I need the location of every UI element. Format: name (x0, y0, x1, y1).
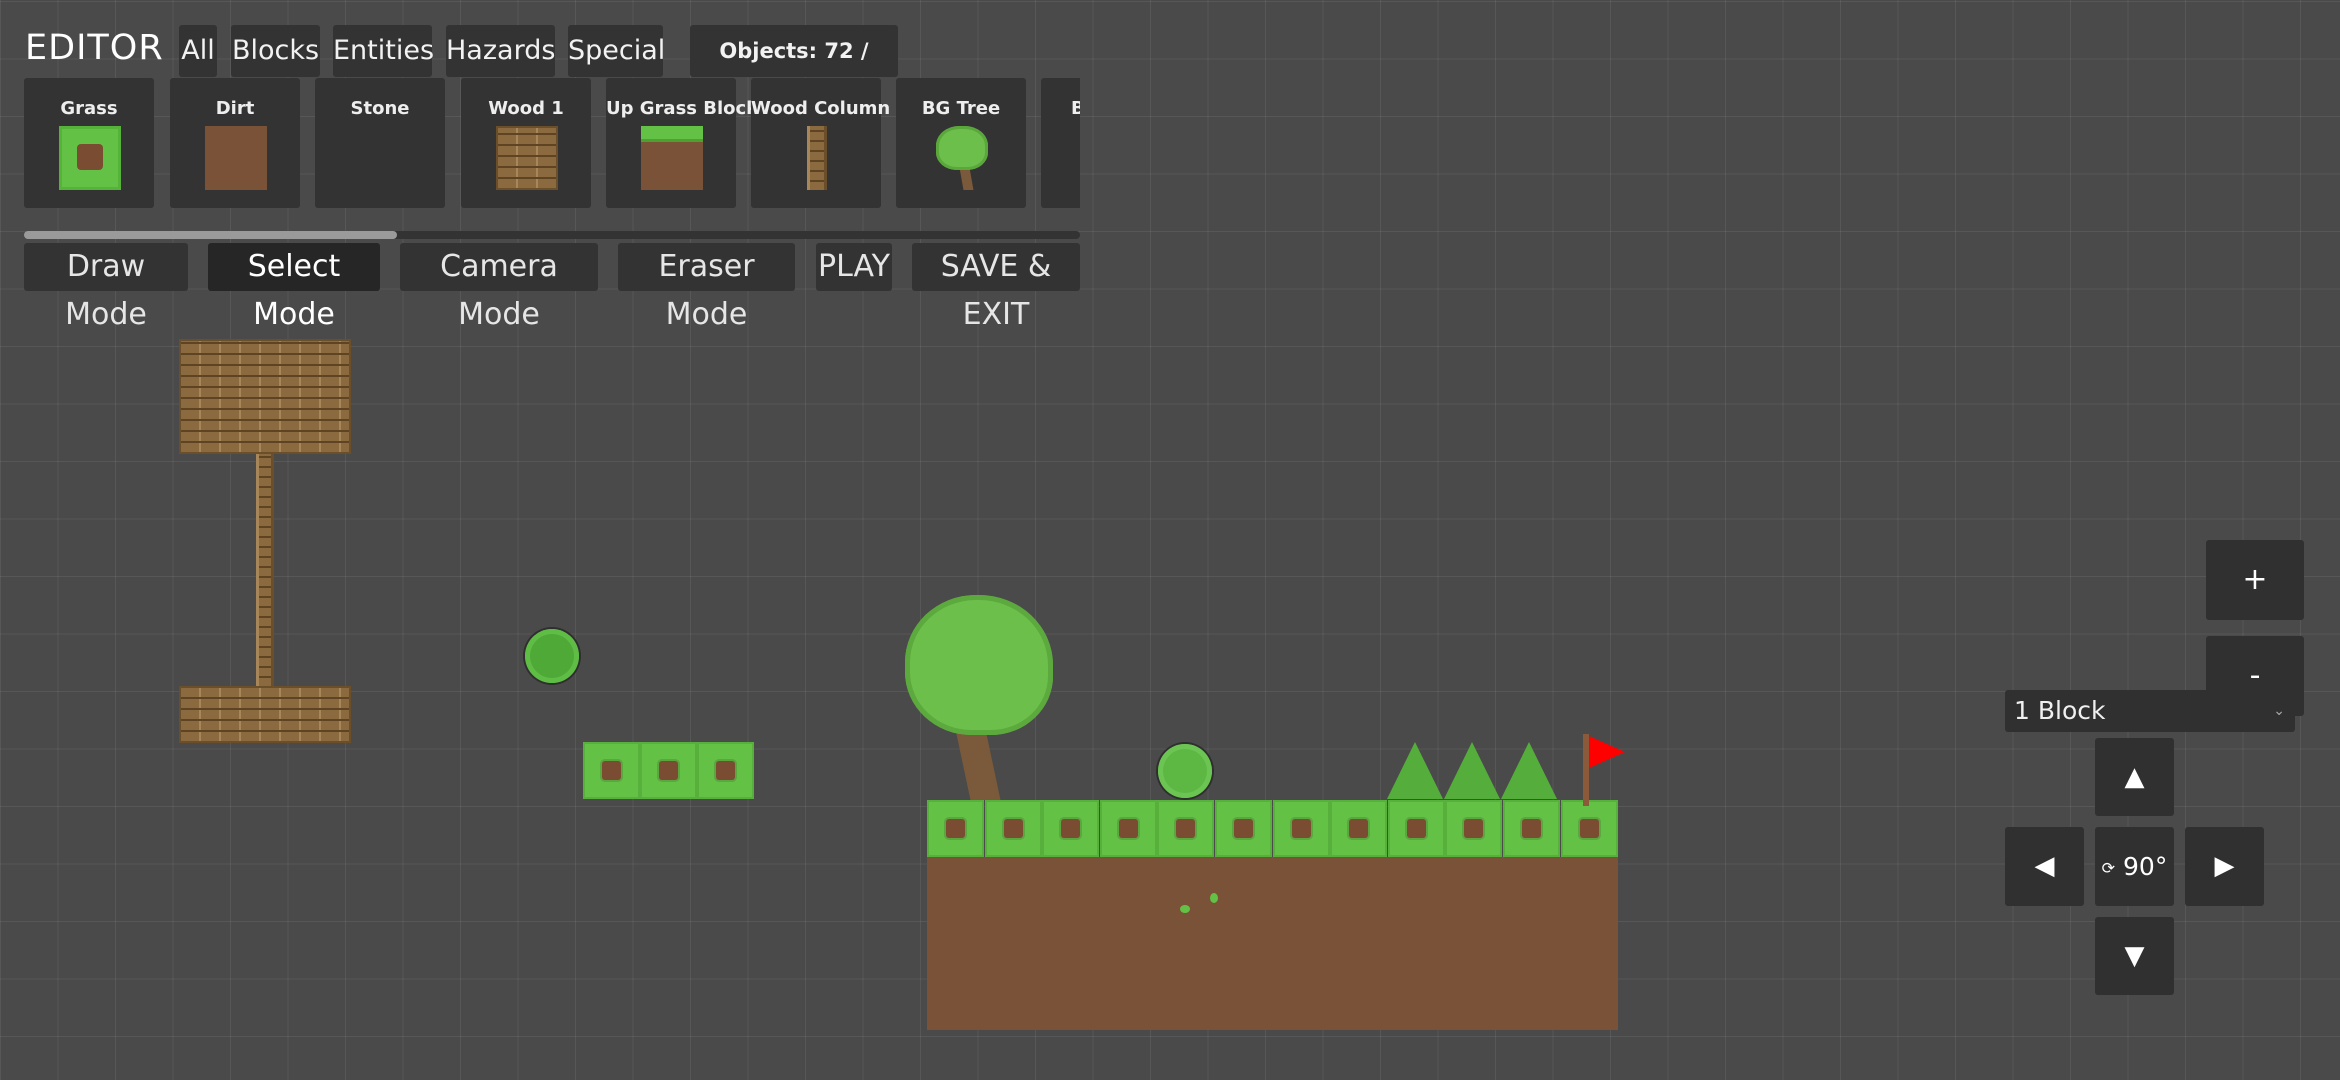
palette-tile-stone[interactable]: Stone (315, 78, 445, 208)
stone-block-icon (350, 126, 412, 190)
ground-grass-block[interactable] (927, 800, 984, 857)
wood-column[interactable] (256, 454, 274, 686)
palette-tile-label: BG Tree (921, 98, 1001, 119)
palette-tile-wood-column[interactable]: Wood Column (751, 78, 891, 208)
eraser-mode-button[interactable]: Eraser Mode (618, 243, 795, 332)
save-exit-button[interactable]: SAVE & EXIT (912, 243, 1080, 332)
rotate-button[interactable]: ⟳ 90° (2095, 827, 2174, 906)
spike-hazard[interactable] (1387, 742, 1443, 799)
category-blocks-button[interactable]: Blocks (231, 25, 320, 77)
move-up-button[interactable]: ▲ (2095, 738, 2174, 816)
spike-hazard[interactable] (1444, 742, 1500, 799)
move-right-button[interactable]: ▶ (2185, 827, 2264, 906)
spike-hazard[interactable] (1501, 742, 1557, 799)
palette-tile-label: Up Grass Block (606, 98, 759, 119)
player-ball-entity[interactable] (1158, 744, 1212, 798)
ground-grass-block[interactable] (1503, 800, 1560, 857)
step-size-value: 1 Block (2014, 696, 2106, 725)
ground-grass-block[interactable] (984, 800, 1042, 857)
ground-grass-block[interactable] (1157, 800, 1215, 857)
editor-title: EDITOR (25, 28, 164, 68)
palette-tile-label: Stone (350, 98, 410, 119)
palette-scrollbar-thumb[interactable] (24, 231, 397, 239)
category-all-button[interactable]: All (179, 25, 217, 77)
ground-grass-block[interactable] (1330, 800, 1388, 857)
palette-tile-bg-tree[interactable]: BG Tree (896, 78, 1026, 208)
wood-column-icon (807, 126, 827, 190)
zoom-in-button[interactable]: + (2206, 540, 2304, 620)
camera-mode-button[interactable]: Camera Mode (400, 243, 598, 332)
select-mode-button[interactable]: Select Mode (208, 243, 380, 332)
palette-tile-dirt[interactable]: Dirt (170, 78, 300, 208)
grass-sprout (1210, 893, 1218, 903)
palette-tile-up-grass-block[interactable]: Up Grass Block (606, 78, 759, 208)
ground-grass-block[interactable] (1387, 800, 1445, 857)
grass-block-icon (59, 126, 121, 190)
palette-tile-wood-1[interactable]: Wood 1 (461, 78, 591, 208)
category-entities-button[interactable]: Entities (333, 25, 434, 77)
bg-tree-icon (931, 126, 993, 190)
ground-grass-block[interactable] (1099, 800, 1157, 857)
grass-block[interactable] (583, 742, 640, 799)
palette-tile-partial[interactable]: B (1041, 78, 1080, 208)
wood-block[interactable] (179, 686, 351, 743)
grass-block[interactable] (640, 742, 697, 799)
bg-tree[interactable] (905, 595, 1053, 735)
move-down-button[interactable]: ▼ (2095, 917, 2174, 995)
objects-counter: Objects: 72 / 2500 (690, 25, 898, 115)
goal-flag[interactable] (1589, 736, 1625, 768)
grass-block[interactable] (697, 742, 754, 799)
move-left-button[interactable]: ◀ (2005, 827, 2084, 906)
wood-block[interactable] (179, 339, 351, 454)
ground-grass-block[interactable] (1272, 800, 1330, 857)
grass-sprout (1180, 905, 1190, 913)
dirt-ground[interactable] (927, 857, 1618, 1030)
ground-grass-block[interactable] (1215, 800, 1272, 857)
chevron-down-icon: ⌄ (2273, 703, 2285, 719)
ground-grass-block[interactable] (1445, 800, 1503, 857)
step-size-select[interactable]: 1 Block ⌄ (2005, 690, 2295, 732)
up-grass-block-icon (641, 126, 703, 190)
block-palette: Grass Dirt Stone Wood 1 Up Grass Block W… (24, 78, 1080, 212)
draw-mode-button[interactable]: Draw Mode (24, 243, 188, 332)
ground-grass-block[interactable] (1560, 800, 1618, 857)
palette-tile-grass[interactable]: Grass (24, 78, 154, 208)
palette-tile-label: B (1071, 98, 1080, 119)
category-hazards-button[interactable]: Hazards (446, 25, 555, 77)
play-button[interactable]: PLAY (816, 243, 892, 291)
rotate-icon: ⟳ (2101, 858, 2116, 878)
ground-grass-block[interactable] (1042, 800, 1100, 857)
palette-tile-label: Dirt (215, 98, 255, 119)
category-special-button[interactable]: Special (568, 25, 665, 77)
rotation-value: 90° (2123, 852, 2168, 881)
dirt-block-icon (205, 126, 267, 190)
palette-tile-label: Grass (60, 98, 118, 119)
green-ball-entity[interactable] (525, 629, 579, 683)
wood-block-icon (496, 126, 558, 190)
palette-tile-label: Wood Column (751, 98, 891, 119)
palette-tile-label: Wood 1 (488, 98, 564, 119)
